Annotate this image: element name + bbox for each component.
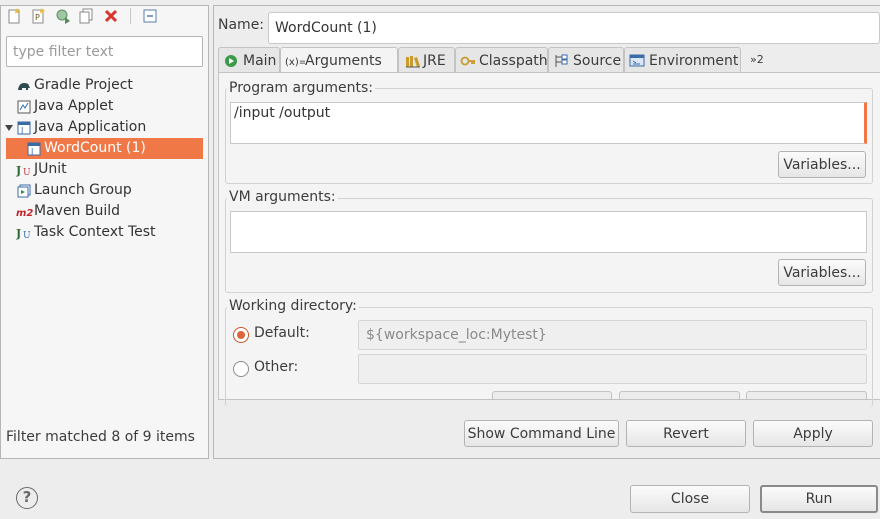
export-config-icon[interactable] (54, 7, 72, 25)
tree-item-launch-group[interactable]: Launch Group (6, 180, 203, 201)
svg-text:J: J (16, 164, 21, 177)
tree-item-label: Java Applet (34, 98, 114, 114)
tab-label: Arguments (305, 53, 382, 69)
program-arguments-textarea[interactable]: /input /output (230, 102, 867, 144)
config-toolbar: P (6, 6, 159, 26)
tree-item-label: Launch Group (34, 182, 132, 198)
svg-text:J: J (20, 126, 23, 135)
tab-label: Classpath (479, 53, 548, 69)
vm-arguments-title: VM arguments: (227, 189, 338, 205)
vm-arguments-textarea[interactable] (230, 211, 867, 253)
delete-config-icon[interactable] (102, 7, 120, 25)
tree-item-label: Task Context Test (34, 224, 156, 240)
source-icon (553, 53, 569, 69)
environment-icon (629, 53, 645, 69)
tree-item-gradle-project[interactable]: Gradle Project (6, 75, 203, 96)
java-applet-icon (16, 99, 31, 114)
java-application-icon: J (26, 141, 41, 156)
program-variables-button[interactable]: Variables... (778, 151, 866, 178)
tree-item-label: Gradle Project (34, 77, 133, 93)
filter-input[interactable] (6, 36, 203, 67)
new-config-icon[interactable] (6, 7, 24, 25)
apply-button[interactable]: Apply (753, 420, 873, 447)
variables-x-icon: (x)= (285, 53, 305, 69)
svg-text:P: P (35, 13, 40, 22)
tree-item-java-application[interactable]: J Java Application (4, 117, 203, 138)
tab-label: Main (243, 53, 277, 69)
tree-item-label: WordCount (1) (44, 140, 146, 156)
tree-item-task-context-test[interactable]: JU Task Context Test (6, 222, 203, 243)
tree-item-java-applet[interactable]: Java Applet (6, 96, 203, 117)
svg-text:U: U (23, 231, 31, 240)
tab-source[interactable]: Source (548, 47, 624, 73)
svg-text:J: J (30, 147, 33, 156)
tab-main[interactable]: Main (218, 47, 280, 73)
help-icon[interactable]: ? (16, 487, 38, 509)
show-command-line-button[interactable]: Show Command Line (464, 420, 619, 447)
tab-jre[interactable]: JRE (398, 47, 455, 73)
config-name-input[interactable] (268, 12, 880, 44)
jre-library-icon (405, 53, 421, 69)
workspace-button-partial[interactable] (492, 391, 612, 399)
revert-button[interactable]: Revert (626, 420, 746, 447)
default-directory-field: ${workspace_loc:Mytest} (358, 320, 867, 350)
tab-label: Environment (649, 53, 739, 69)
tab-arguments[interactable]: (x)= Arguments (280, 47, 398, 74)
classpath-icon (460, 53, 476, 69)
gradle-elephant-icon (16, 78, 31, 93)
maven-m2-icon: m2 (16, 204, 33, 219)
java-application-icon: J (16, 120, 31, 135)
name-label: Name: (218, 17, 265, 33)
svg-text:J: J (16, 227, 21, 240)
file-system-button-partial[interactable] (619, 391, 740, 399)
tab-label: JRE (423, 53, 446, 69)
tree-item-label: Maven Build (34, 203, 121, 219)
collapse-all-icon[interactable] (141, 7, 159, 25)
svg-text:(x)=: (x)= (285, 57, 305, 68)
tree-item-maven-build[interactable]: m2 Maven Build (6, 201, 203, 222)
tab-label: Source (573, 53, 622, 69)
tab-overflow[interactable]: »2 (741, 47, 771, 73)
program-arguments-title: Program arguments: (227, 80, 375, 96)
filter-status-text: Filter matched 8 of 9 items (6, 429, 195, 445)
other-directory-field[interactable] (358, 354, 867, 384)
default-directory-label: Default: (254, 325, 310, 341)
config-tree: Gradle Project Java Applet J Java Applic… (4, 75, 203, 243)
main-tab-icon (223, 53, 239, 69)
launch-group-icon (16, 183, 31, 198)
expand-arrow-icon[interactable] (4, 120, 14, 135)
tab-environment[interactable]: Environment (624, 47, 741, 73)
tree-item-junit[interactable]: JU JUnit (6, 159, 203, 180)
arguments-tab-content: Program arguments: /input /output Variab… (218, 72, 880, 407)
working-directory-title: Working directory: (227, 298, 359, 314)
tree-item-label: JUnit (34, 161, 67, 177)
junit-icon: JU (16, 162, 33, 177)
tab-overflow-label: »2 (750, 53, 764, 66)
tab-classpath[interactable]: Classpath (455, 47, 548, 73)
duplicate-config-icon[interactable] (78, 7, 96, 25)
other-directory-label: Other: (254, 359, 299, 375)
task-context-junit-icon: JU (16, 225, 33, 240)
close-button[interactable]: Close (630, 485, 750, 513)
svg-text:m2: m2 (16, 208, 33, 219)
new-prototype-icon[interactable]: P (30, 7, 48, 25)
svg-text:U: U (23, 168, 31, 177)
vm-variables-button[interactable]: Variables... (778, 259, 866, 286)
run-button[interactable]: Run (760, 485, 878, 513)
tree-item-wordcount[interactable]: J WordCount (1) (6, 138, 203, 159)
toolbar-separator (130, 8, 131, 24)
other-directory-radio[interactable] (233, 361, 249, 377)
tree-item-label: Java Application (34, 119, 147, 135)
variables-button-partial[interactable] (746, 391, 867, 399)
default-directory-radio[interactable] (233, 327, 249, 343)
